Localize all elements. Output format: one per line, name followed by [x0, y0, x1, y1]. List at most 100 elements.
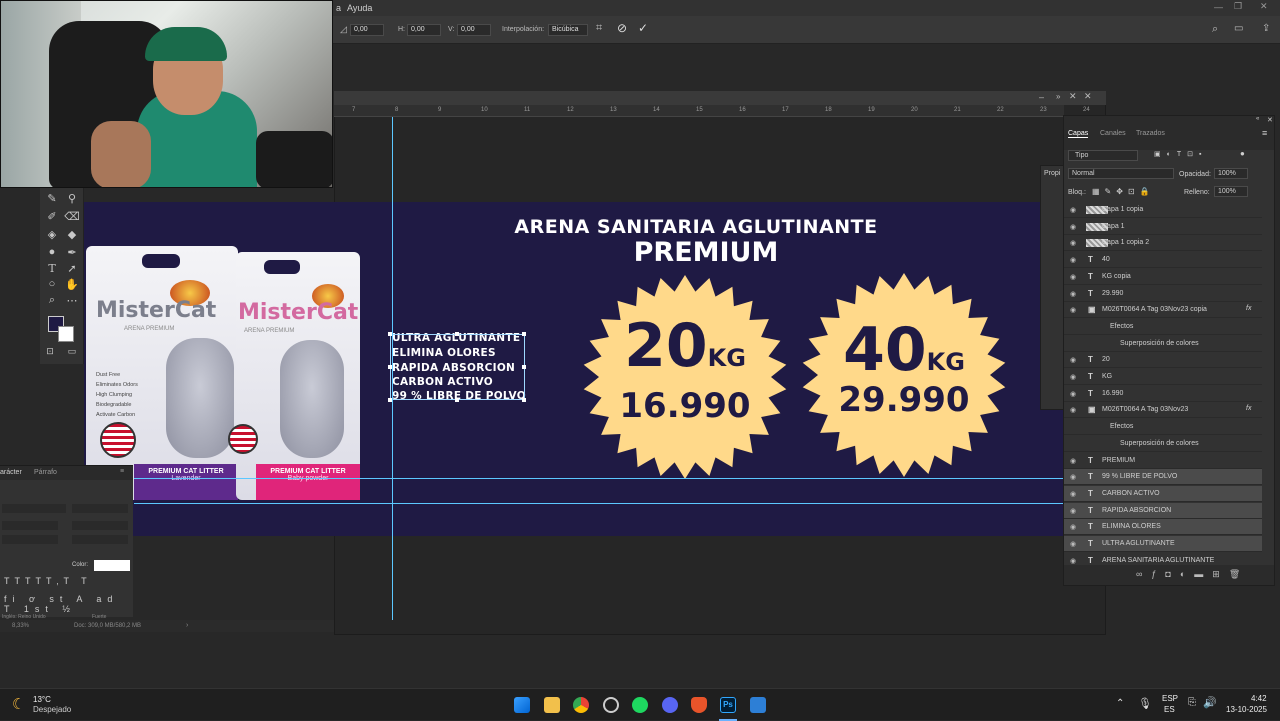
- fx-icon[interactable]: fx: [1246, 305, 1251, 312]
- screen-mode-icon[interactable]: ▭: [64, 346, 80, 357]
- visibility-eye-icon[interactable]: ◉: [1070, 490, 1076, 498]
- doc-collapse-icon[interactable]: »: [1056, 92, 1060, 101]
- close-icon[interactable]: ✕: [1260, 1, 1268, 12]
- quick-mask-icon[interactable]: ⊡: [42, 346, 58, 357]
- layer-row[interactable]: ◉ T CARBON ACTIVO: [1064, 485, 1262, 502]
- price-badge-20kg[interactable]: 20KG 16.990: [582, 274, 788, 480]
- layer-footer-icons[interactable]: ∞ƒ◘◐▬⊞🗑: [1136, 569, 1249, 580]
- visibility-eye-icon[interactable]: ◉: [1070, 373, 1076, 381]
- visibility-eye-icon[interactable]: ◉: [1070, 273, 1076, 281]
- filter-toggle-icon[interactable]: ●: [1240, 149, 1245, 158]
- menu-item-help[interactable]: Ayuda: [347, 3, 372, 13]
- opentype-buttons[interactable]: fi ơ st A ad T 1st ½: [4, 594, 133, 614]
- interpolation-select[interactable]: Bicúbica: [548, 24, 588, 36]
- commit-transform-icon[interactable]: ✓: [638, 21, 648, 35]
- layer-row[interactable]: ◉ T 16.990: [1064, 386, 1262, 402]
- workspace-icon[interactable]: ▭: [1234, 23, 1243, 34]
- layer-row[interactable]: Efectos: [1064, 319, 1262, 335]
- brave-icon[interactable]: [691, 697, 707, 713]
- path-select-icon[interactable]: ➚: [64, 262, 80, 275]
- transform-handle[interactable]: [522, 398, 526, 402]
- network-icon[interactable]: ⎘: [1188, 697, 1196, 708]
- clock-date[interactable]: 13-10-2025: [1226, 705, 1267, 714]
- zoom-level[interactable]: 8,33%: [12, 623, 29, 629]
- text-style-buttons[interactable]: TTTTT‚T T: [4, 576, 92, 586]
- layer-row[interactable]: ◉ T ELIMINA OLORES: [1064, 519, 1262, 536]
- type-tool-icon[interactable]: T: [44, 262, 60, 275]
- filter-icons[interactable]: ▣◐T⊡▪: [1154, 150, 1207, 158]
- warp-icon[interactable]: ⌗: [596, 22, 602, 35]
- obs-icon[interactable]: [603, 697, 619, 713]
- more-tools-icon[interactable]: ⋯: [64, 294, 80, 307]
- keyboard-layout[interactable]: ES: [1164, 705, 1175, 714]
- properties-tab[interactable]: Propi: [1041, 166, 1063, 181]
- eraser-tool-icon[interactable]: ⌫: [64, 210, 80, 223]
- layer-row[interactable]: ◉ ▣ M026T0064 A Tag 03Nov23 copia fx: [1064, 302, 1262, 319]
- photoshop-icon[interactable]: Ps: [720, 697, 736, 713]
- minimize-icon[interactable]: —: [1214, 2, 1223, 12]
- layers-menu-icon[interactable]: ≡: [1262, 128, 1267, 138]
- visibility-eye-icon[interactable]: ◉: [1070, 473, 1076, 481]
- visibility-eye-icon[interactable]: ◉: [1070, 356, 1076, 364]
- layer-row[interactable]: Superposición de colores: [1064, 436, 1262, 452]
- fill-field[interactable]: 100%: [1214, 186, 1248, 197]
- product-bag-baby-powder[interactable]: MisterCat ARENA PREMIUM PREMIUM CAT LITT…: [228, 252, 360, 500]
- horizontal-guide[interactable]: [134, 503, 1064, 504]
- kerning-field[interactable]: [2, 535, 58, 544]
- status-arrow-icon[interactable]: ›: [186, 622, 188, 629]
- layer-row[interactable]: ◉ T 20: [1064, 352, 1262, 369]
- layer-row[interactable]: ◉ T RAPIDA ABSORCION: [1064, 502, 1262, 519]
- font-size-field[interactable]: [2, 521, 58, 530]
- weather-desc[interactable]: Despejado: [33, 705, 71, 714]
- volume-icon[interactable]: 🔊: [1203, 696, 1217, 709]
- spotify-icon[interactable]: [632, 697, 648, 713]
- visibility-eye-icon[interactable]: ◉: [1070, 406, 1076, 414]
- chrome-icon[interactable]: [573, 697, 589, 713]
- menu-item-a[interactable]: a: [336, 3, 341, 13]
- share-icon[interactable]: ⇪: [1262, 23, 1270, 34]
- transform-handle[interactable]: [522, 365, 526, 369]
- lock-icons[interactable]: ▦✎✥⊡🔒: [1092, 187, 1155, 196]
- visibility-eye-icon[interactable]: ◉: [1070, 457, 1076, 465]
- paint-bucket-icon[interactable]: ◈: [44, 228, 60, 241]
- tracking-field[interactable]: [72, 535, 128, 544]
- doc-close-icon-2[interactable]: ✕: [1084, 91, 1092, 102]
- visibility-eye-icon[interactable]: ◉: [1070, 540, 1076, 548]
- visibility-eye-icon[interactable]: ◉: [1070, 256, 1076, 264]
- background-color-swatch[interactable]: [58, 326, 74, 342]
- design-title[interactable]: ARENA SANITARIA AGLUTINANTE: [470, 216, 922, 238]
- zoom-tool-icon[interactable]: ⌕: [44, 294, 60, 307]
- pen-tool-icon[interactable]: ✒: [64, 246, 80, 259]
- history-brush-icon[interactable]: ✐: [44, 210, 60, 223]
- price-badge-40kg[interactable]: 40KG 29.990: [801, 272, 1007, 478]
- weather-moon-icon[interactable]: ☾: [12, 695, 25, 713]
- microphone-icon[interactable]: 🎙: [1138, 697, 1152, 710]
- layer-row[interactable]: ◉ Capa 1: [1064, 219, 1262, 235]
- file-explorer-icon[interactable]: [544, 697, 560, 713]
- layer-filter-select[interactable]: Tipo: [1068, 150, 1138, 161]
- font-family-select[interactable]: [2, 504, 66, 513]
- transform-bounding-box[interactable]: [390, 334, 525, 400]
- hand-tool-icon[interactable]: ✋: [64, 278, 80, 291]
- visibility-eye-icon[interactable]: ◉: [1070, 557, 1076, 565]
- blend-mode-select[interactable]: Normal: [1068, 168, 1174, 179]
- maximize-icon[interactable]: ❐: [1234, 1, 1242, 12]
- cancel-transform-icon[interactable]: ⊘: [617, 21, 627, 35]
- layer-row[interactable]: ◉ T 99 % LIBRE DE POLVO: [1064, 469, 1262, 486]
- layer-row[interactable]: ◉ Capa 1 copia 2: [1064, 235, 1262, 252]
- tab-paths[interactable]: Trazados: [1136, 130, 1165, 137]
- blur-tool-icon[interactable]: ◆: [64, 228, 80, 241]
- start-icon[interactable]: [514, 697, 530, 713]
- visibility-eye-icon[interactable]: ◉: [1070, 290, 1076, 298]
- tray-overflow-icon[interactable]: ⌃: [1116, 698, 1124, 709]
- tab-channels[interactable]: Canales: [1100, 130, 1126, 137]
- tab-paragraph[interactable]: Párrafo: [34, 469, 57, 476]
- ellipse-tool-icon[interactable]: ○: [44, 278, 60, 290]
- brush-tool-icon[interactable]: ✎: [44, 192, 60, 205]
- layer-row[interactable]: ◉ T KG copia: [1064, 269, 1262, 285]
- tab-layers[interactable]: Capas: [1068, 130, 1089, 138]
- h-skew-field[interactable]: 0,00: [407, 24, 441, 36]
- opacity-field[interactable]: 100%: [1214, 168, 1248, 179]
- visibility-eye-icon[interactable]: ◉: [1070, 239, 1076, 247]
- v-skew-field[interactable]: 0,00: [457, 24, 491, 36]
